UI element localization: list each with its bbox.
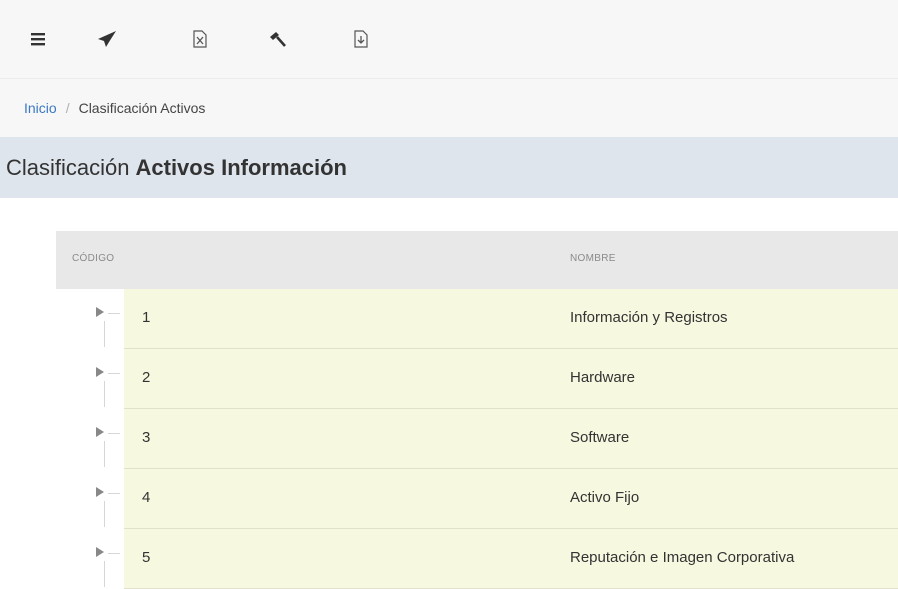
tree-gutter [56, 409, 124, 469]
pdf-export-icon [354, 30, 368, 48]
tree-connector [104, 381, 105, 407]
tree-connector [108, 433, 120, 434]
tree-connector [108, 553, 120, 554]
table-row[interactable]: 1 Información y Registros [56, 289, 898, 349]
expand-arrow-icon[interactable] [94, 426, 106, 438]
tree-gutter [56, 349, 124, 409]
column-header-name[interactable]: NOMBRE [570, 253, 616, 264]
breadcrumb-separator: / [65, 100, 70, 116]
breadcrumb-current: Clasificación Activos [78, 100, 206, 116]
breadcrumb: Inicio / Clasificación Activos [0, 79, 898, 137]
pdf-export-button[interactable] [344, 22, 378, 56]
expand-arrow-icon[interactable] [94, 306, 106, 318]
page-title-prefix: Clasificación [6, 154, 130, 180]
table-header: CÓDIGO NOMBRE [56, 231, 898, 289]
tree-connector [104, 561, 105, 587]
expand-arrow-icon[interactable] [94, 366, 106, 378]
cell-code: 1 [142, 309, 151, 326]
page-title: Clasificación Activos Información [0, 137, 898, 198]
table-row[interactable]: 5 Reputación e Imagen Corporativa [56, 529, 898, 589]
expand-arrow-icon[interactable] [94, 546, 106, 558]
menu-button[interactable] [22, 22, 56, 56]
tree-connector [108, 493, 120, 494]
column-header-code[interactable]: CÓDIGO [72, 253, 114, 264]
cell-name: Información y Registros [570, 309, 728, 326]
tree-connector [108, 373, 120, 374]
cell-code: 4 [142, 489, 151, 506]
expand-arrow-icon[interactable] [94, 486, 106, 498]
table-row[interactable]: 4 Activo Fijo [56, 469, 898, 529]
tree-gutter [56, 529, 124, 589]
tree-connector [104, 321, 105, 347]
hammer-icon [270, 32, 286, 47]
tree-connector [104, 501, 105, 527]
tree-gutter [56, 469, 124, 529]
excel-export-button[interactable] [183, 22, 217, 56]
cell-code: 5 [142, 549, 151, 566]
classification-table: CÓDIGO NOMBRE 1 Información y Registros … [56, 231, 898, 589]
excel-export-icon [193, 30, 207, 48]
send-button[interactable] [90, 22, 124, 56]
cell-name: Reputación e Imagen Corporativa [570, 549, 795, 566]
tree-gutter [56, 289, 124, 349]
page-title-bold: Activos Información [135, 154, 347, 180]
tree-connector [108, 313, 120, 314]
tree-connector [104, 441, 105, 467]
cell-name: Hardware [570, 369, 636, 386]
cell-name: Software [570, 429, 630, 446]
table-row[interactable]: 3 Software [56, 409, 898, 469]
send-icon [98, 31, 116, 47]
cell-code: 3 [142, 429, 151, 446]
toolbar [0, 0, 898, 79]
breadcrumb-home-link[interactable]: Inicio [24, 100, 57, 116]
cell-code: 2 [142, 369, 151, 386]
table-row[interactable]: 2 Hardware [56, 349, 898, 409]
tools-button[interactable] [260, 22, 294, 56]
cell-name: Activo Fijo [570, 489, 640, 506]
menu-icon [31, 33, 45, 46]
